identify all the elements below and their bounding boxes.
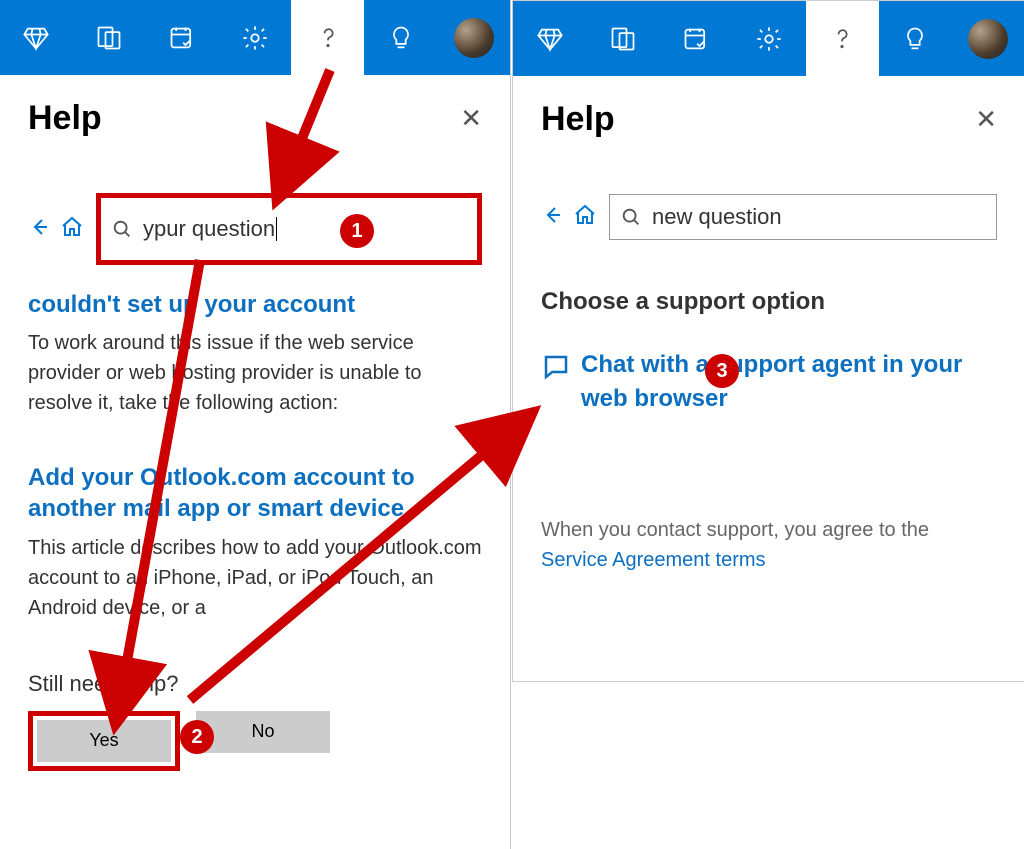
still-need-help: Still need help? Yes No <box>28 671 482 771</box>
chat-icon <box>541 352 571 382</box>
article-title: couldn't set up your account <box>28 289 482 320</box>
notes-icon[interactable] <box>586 1 659 76</box>
article-body: To work around this issue if the web ser… <box>28 328 482 418</box>
notes-icon[interactable] <box>73 0 146 75</box>
home-icon[interactable] <box>573 203 597 232</box>
search-icon <box>111 218 133 240</box>
back-icon[interactable] <box>28 215 52 244</box>
page-title: Help <box>541 100 615 139</box>
help-article[interactable]: Add your Outlook.com account to another … <box>28 462 482 622</box>
search-value: ypur question <box>143 216 275 242</box>
article-body: This article describes how to add your O… <box>28 533 482 623</box>
search-input[interactable]: ypur question <box>96 193 482 265</box>
search-icon <box>620 206 642 228</box>
annotation-3: 3 <box>705 354 739 388</box>
section-title: Choose a support option <box>541 288 997 316</box>
article-title: Add your Outlook.com account to another … <box>28 462 482 524</box>
help-icon[interactable] <box>291 0 364 75</box>
calendar-check-icon[interactable] <box>146 0 219 75</box>
yes-button-highlight: Yes <box>28 711 180 771</box>
still-need-help-label: Still need help? <box>28 671 482 697</box>
page-title: Help <box>28 99 102 138</box>
avatar[interactable] <box>952 1 1024 76</box>
panel-body: Help ✕ ypur question couldn't set up you… <box>0 75 510 771</box>
back-icon[interactable] <box>541 203 565 232</box>
search-value: new question <box>652 204 782 230</box>
avatar[interactable] <box>437 0 510 75</box>
topbar <box>0 0 510 75</box>
panel-body: Help ✕ new question Choose a support opt… <box>513 76 1024 575</box>
home-icon[interactable] <box>60 215 84 244</box>
chat-support-link[interactable]: Chat with a support agent in your web br… <box>541 348 997 415</box>
help-icon[interactable] <box>806 1 879 76</box>
lightbulb-icon[interactable] <box>879 1 952 76</box>
yes-button[interactable]: Yes <box>37 720 171 762</box>
help-panel-right: Help ✕ new question Choose a support opt… <box>512 0 1024 682</box>
diamond-icon[interactable] <box>0 0 73 75</box>
gear-icon[interactable] <box>219 0 292 75</box>
annotation-1: 1 <box>340 214 374 248</box>
gear-icon[interactable] <box>732 1 805 76</box>
footer-note: When you contact support, you agree to t… <box>541 515 997 575</box>
annotation-2: 2 <box>180 720 214 754</box>
diamond-icon[interactable] <box>513 1 586 76</box>
close-icon[interactable]: ✕ <box>460 103 482 134</box>
help-article[interactable]: couldn't set up your account To work aro… <box>28 289 482 418</box>
lightbulb-icon[interactable] <box>364 0 437 75</box>
no-button[interactable]: No <box>196 711 330 753</box>
help-panel-left: Help ✕ ypur question couldn't set up you… <box>0 0 511 849</box>
close-icon[interactable]: ✕ <box>975 104 997 135</box>
calendar-check-icon[interactable] <box>659 1 732 76</box>
service-agreement-link[interactable]: Service Agreement terms <box>541 549 766 571</box>
search-input[interactable]: new question <box>609 194 997 240</box>
chat-link-text: Chat with a support agent in your web br… <box>581 348 997 415</box>
topbar <box>513 1 1024 76</box>
